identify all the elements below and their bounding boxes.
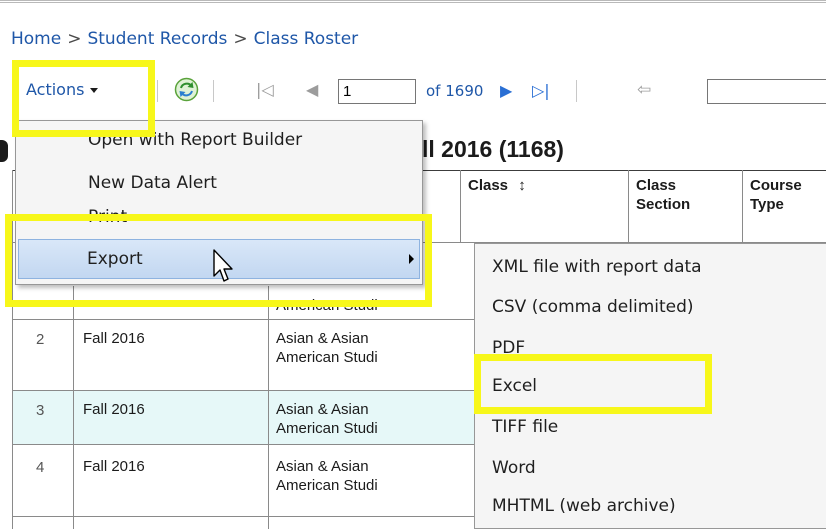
toolbar-separator [157, 80, 158, 102]
export-mhtml[interactable]: MHTML (web archive) [492, 496, 676, 516]
column-divider [268, 286, 269, 529]
toolbar-separator [213, 80, 214, 102]
refresh-icon[interactable] [174, 77, 199, 102]
column-divider [73, 286, 74, 529]
page-count: of 1690 [426, 82, 484, 100]
breadcrumb-separator: > [67, 29, 82, 49]
term-cell: Fall 2016 [83, 458, 145, 475]
find-text-input[interactable] [707, 79, 826, 104]
row-divider [12, 516, 512, 517]
column-header-class[interactable]: Class ↕ [468, 176, 526, 195]
sort-icon[interactable]: ↕ [518, 177, 526, 194]
menu-item-new-data-alert[interactable]: New Data Alert [88, 173, 217, 193]
last-page-icon[interactable]: ▷| [532, 81, 550, 100]
column-header-class-section: Class Section [636, 177, 691, 213]
column-divider [742, 170, 743, 242]
row-number: 4 [36, 459, 45, 476]
back-icon[interactable]: ⇦ [637, 80, 651, 100]
export-xml[interactable]: XML file with report data [492, 257, 702, 277]
department-cell: Asian & Asian American Studi [276, 401, 378, 437]
report-title: ll 2016 (1168) [422, 136, 564, 162]
first-page-icon[interactable]: |◁ [256, 80, 274, 99]
top-border [0, 0, 826, 7]
export-word[interactable]: Word [492, 458, 536, 478]
breadcrumb: Home > Student Records > Class Roster [11, 29, 358, 49]
highlight-export [5, 214, 432, 307]
row-number: 2 [36, 331, 45, 348]
export-csv[interactable]: CSV (comma delimited) [492, 297, 694, 317]
row-divider [12, 390, 512, 391]
previous-page-icon[interactable]: ◀ [306, 80, 318, 99]
department-cell: Asian & Asian American Studi [276, 458, 378, 494]
breadcrumb-class-roster[interactable]: Class Roster [254, 29, 359, 49]
next-page-icon[interactable]: ▶ [500, 81, 512, 100]
highlight-excel [474, 354, 712, 414]
row-divider [12, 444, 512, 445]
export-tiff[interactable]: TIFF file [492, 417, 558, 437]
row-number: 3 [36, 402, 45, 419]
highlight-actions [12, 60, 155, 137]
column-divider [628, 170, 629, 242]
term-cell: Fall 2016 [83, 401, 145, 418]
term-cell: Fall 2016 [83, 330, 145, 347]
toolbar-separator [576, 80, 577, 102]
report-title-fragment [0, 140, 8, 162]
column-header-course-type: Course Type [750, 177, 802, 213]
breadcrumb-student-records[interactable]: Student Records [87, 29, 227, 49]
breadcrumb-separator: > [233, 29, 248, 49]
department-cell: Asian & Asian American Studi [276, 330, 378, 366]
column-divider [460, 170, 461, 242]
breadcrumb-home[interactable]: Home [11, 29, 61, 49]
row-divider [12, 319, 512, 320]
page-number-input[interactable] [338, 79, 416, 104]
